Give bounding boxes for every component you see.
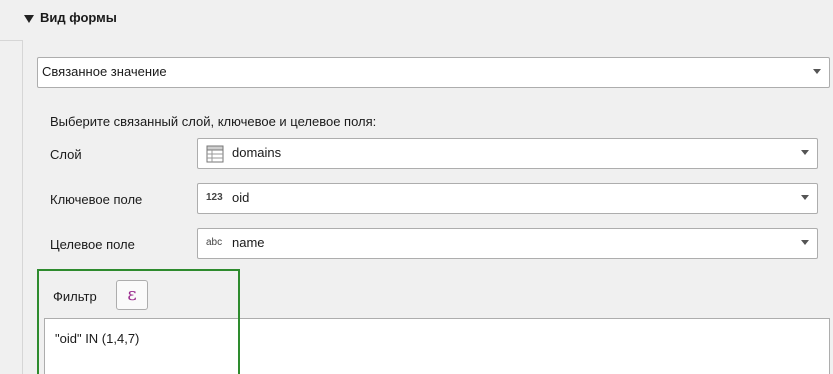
filter-expression-input[interactable]: "oid" IN (1,4,7) <box>44 318 830 374</box>
integer-field-icon: 123 <box>206 192 223 203</box>
key-field-combo[interactable]: 123 oid <box>197 183 818 214</box>
value-field-combo[interactable]: abc name <box>197 228 818 259</box>
string-field-icon: abc <box>206 237 223 248</box>
filter-expression-text: "oid" IN (1,4,7) <box>55 331 140 346</box>
collapse-arrow-icon[interactable] <box>24 14 34 24</box>
chevron-down-icon <box>801 195 809 200</box>
expression-icon: ε <box>127 284 137 305</box>
layer-value: domains <box>232 145 282 160</box>
value-field-value: name <box>232 235 265 250</box>
value-field-label: Целевое поле <box>50 237 135 252</box>
chevron-down-icon <box>813 69 821 74</box>
key-field-value: oid <box>232 190 250 205</box>
key-field-label: Ключевое поле <box>50 192 143 207</box>
section-header[interactable]: Вид формы <box>0 0 833 41</box>
section-title: Вид формы <box>40 10 117 25</box>
layer-label: Слой <box>50 147 82 162</box>
chevron-down-icon <box>801 240 809 245</box>
widget-type-combo[interactable]: Связанное значение <box>37 57 830 88</box>
chevron-down-icon <box>801 150 809 155</box>
layer-combo[interactable]: domains <box>197 138 818 169</box>
filter-label: Фильтр <box>53 289 97 304</box>
hint-text: Выберите связанный слой, ключевое и целе… <box>50 114 377 129</box>
layer-table-icon <box>206 145 224 163</box>
expression-builder-button[interactable]: ε <box>116 280 148 310</box>
widget-type-value: Связанное значение <box>42 64 167 79</box>
